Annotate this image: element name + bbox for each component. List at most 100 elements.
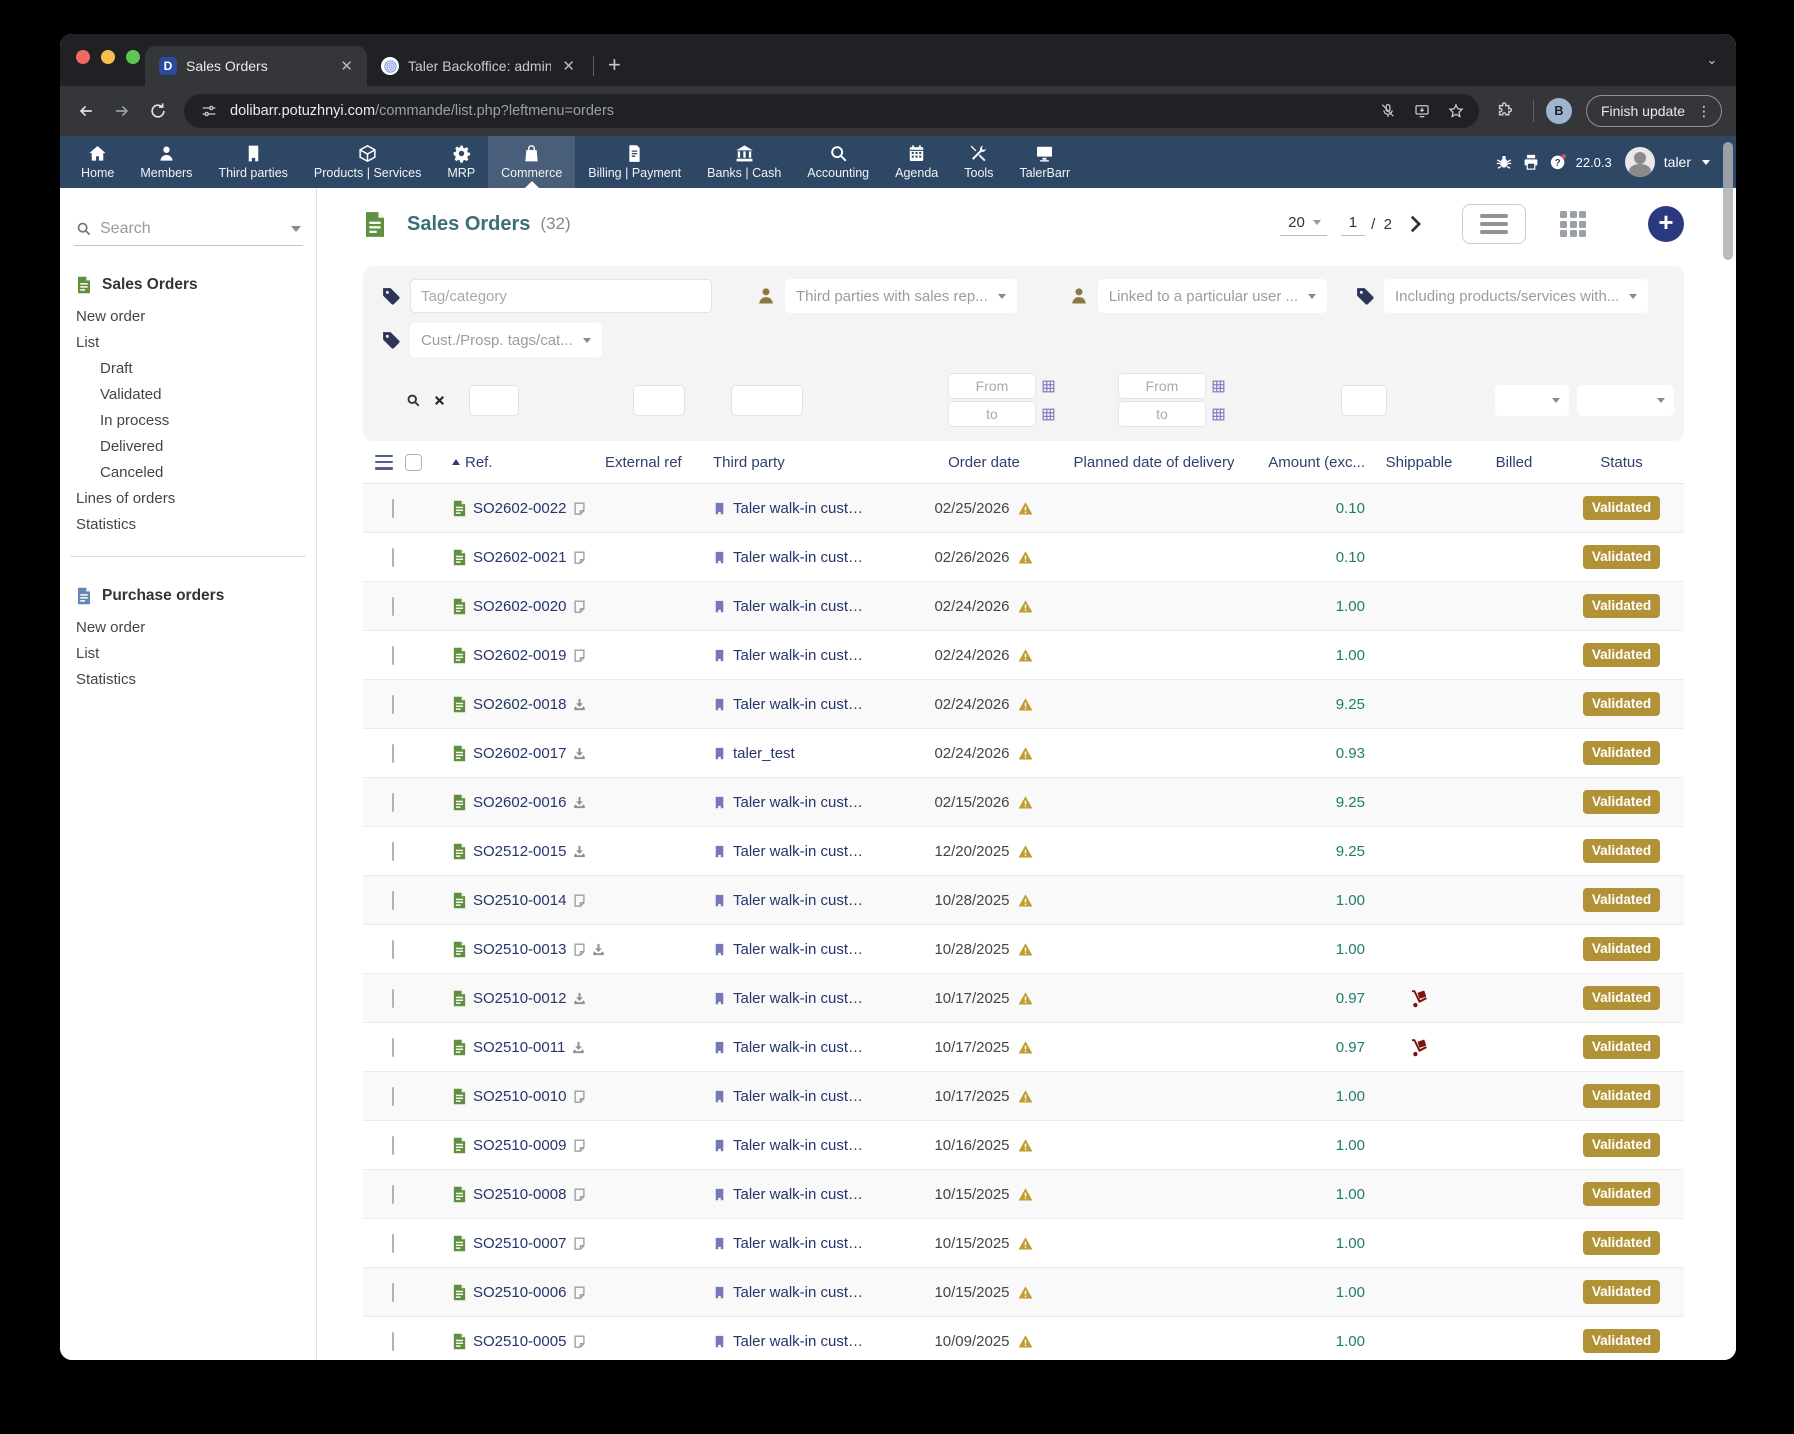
order-ref-link[interactable]: SO2602-0021: [473, 549, 566, 566]
next-page-button[interactable]: [1404, 213, 1426, 235]
print-icon[interactable]: [1522, 153, 1540, 171]
row-checkbox[interactable]: [392, 989, 394, 1008]
amount-value[interactable]: 1.00: [1336, 892, 1369, 909]
menubar-item-accounting[interactable]: Accounting: [794, 136, 882, 188]
third-party-link[interactable]: Taler walk-in cust…: [733, 598, 863, 615]
column-header-billed[interactable]: Billed: [1496, 454, 1533, 471]
billed-filter-select[interactable]: [1495, 385, 1569, 416]
debug-bar-icon[interactable]: [1495, 153, 1513, 171]
download-icon[interactable]: [572, 746, 587, 761]
browser-menu-icon[interactable]: ⋮: [1693, 103, 1715, 120]
note-icon[interactable]: [572, 1334, 587, 1349]
install-page-icon[interactable]: [1409, 98, 1435, 124]
note-icon[interactable]: [572, 648, 587, 663]
calendar-icon[interactable]: [1041, 407, 1056, 422]
order-ref-link[interactable]: SO2602-0018: [473, 696, 566, 713]
third-party-link[interactable]: Taler walk-in cust…: [733, 1333, 863, 1350]
kanban-view-button[interactable]: [1560, 211, 1586, 237]
third-party-link[interactable]: Taler walk-in cust…: [733, 892, 863, 909]
planned-date-to-input[interactable]: to: [1118, 401, 1206, 427]
sidebar-item-canceled[interactable]: Canceled: [60, 460, 316, 486]
note-icon[interactable]: [572, 1187, 587, 1202]
order-ref-link[interactable]: SO2510-0010: [473, 1088, 566, 1105]
create-order-button[interactable]: +: [1648, 206, 1684, 242]
amount-filter-input[interactable]: [1341, 385, 1387, 416]
third-party-link[interactable]: Taler walk-in cust…: [733, 1088, 863, 1105]
note-icon[interactable]: [572, 893, 587, 908]
sidebar-item-list[interactable]: List: [60, 641, 316, 667]
row-checkbox[interactable]: [392, 646, 394, 665]
address-bar[interactable]: dolibarr.potuzhnyi.com/commande/list.php…: [184, 94, 1479, 128]
search-caret-icon[interactable]: [291, 226, 301, 232]
menubar-item-billing-payment[interactable]: Billing | Payment: [575, 136, 694, 188]
order-date-from-input[interactable]: From: [948, 373, 1036, 399]
minimize-window-button[interactable]: [101, 50, 115, 64]
download-icon[interactable]: [572, 795, 587, 810]
download-icon[interactable]: [572, 991, 587, 1006]
sidebar-item-delivered[interactable]: Delivered: [60, 434, 316, 460]
third-party-link[interactable]: taler_test: [733, 745, 795, 762]
amount-value[interactable]: 0.10: [1336, 549, 1369, 566]
order-ref-link[interactable]: SO2602-0022: [473, 500, 566, 517]
select-all-checkbox[interactable]: [405, 454, 422, 471]
order-ref-link[interactable]: SO2510-0007: [473, 1235, 566, 1252]
bookmark-star-icon[interactable]: [1443, 98, 1469, 124]
page-scrollbar[interactable]: [1723, 142, 1733, 260]
row-checkbox[interactable]: [392, 1087, 394, 1106]
row-checkbox[interactable]: [392, 1332, 394, 1351]
column-header-planned-date[interactable]: Planned date of delivery: [1074, 454, 1235, 471]
note-icon[interactable]: [572, 1138, 587, 1153]
calendar-icon[interactable]: [1041, 379, 1056, 394]
linked-user-select[interactable]: Linked to a particular user ...: [1098, 279, 1327, 313]
row-checkbox[interactable]: [392, 548, 394, 567]
row-checkbox[interactable]: [392, 597, 394, 616]
column-header-third-party[interactable]: Third party: [705, 454, 929, 471]
sidebar-section-title[interactable]: Sales Orders: [60, 276, 316, 294]
amount-value[interactable]: 0.10: [1336, 500, 1369, 517]
order-ref-link[interactable]: SO2510-0008: [473, 1186, 566, 1203]
amount-value[interactable]: 1.00: [1336, 1284, 1369, 1301]
mic-blocked-icon[interactable]: [1375, 98, 1401, 124]
download-icon[interactable]: [591, 942, 606, 957]
row-checkbox[interactable]: [392, 1185, 394, 1204]
new-tab-button[interactable]: +: [598, 52, 631, 78]
note-icon[interactable]: [572, 550, 587, 565]
amount-value[interactable]: 1.00: [1336, 598, 1369, 615]
current-page-input[interactable]: 1: [1341, 212, 1365, 236]
including-products-select[interactable]: Including products/services with...: [1384, 279, 1648, 313]
row-checkbox[interactable]: [392, 499, 394, 518]
cust-prosp-select[interactable]: Cust./Prosp. tags/cat...: [410, 323, 602, 357]
third-party-link[interactable]: Taler walk-in cust…: [733, 941, 863, 958]
sidebar-item-validated[interactable]: Validated: [60, 382, 316, 408]
third-party-link[interactable]: Taler walk-in cust…: [733, 549, 863, 566]
order-ref-link[interactable]: SO2512-0015: [473, 843, 566, 860]
order-ref-link[interactable]: SO2602-0019: [473, 647, 566, 664]
third-party-link[interactable]: Taler walk-in cust…: [733, 647, 863, 664]
menubar-item-agenda[interactable]: Agenda: [882, 136, 951, 188]
row-checkbox[interactable]: [392, 1283, 394, 1302]
extensions-icon[interactable]: [1489, 95, 1521, 127]
browser-profile-avatar[interactable]: B: [1546, 98, 1572, 124]
third-party-link[interactable]: Taler walk-in cust…: [733, 990, 863, 1007]
third-party-link[interactable]: Taler walk-in cust…: [733, 696, 863, 713]
third-party-link[interactable]: Taler walk-in cust…: [733, 1235, 863, 1252]
site-settings-icon[interactable]: [196, 98, 222, 124]
menubar-item-mrp[interactable]: MRP: [434, 136, 488, 188]
list-view-button[interactable]: [1462, 204, 1526, 244]
row-checkbox[interactable]: [392, 1234, 394, 1253]
amount-value[interactable]: 9.25: [1336, 843, 1369, 860]
tab-taler-backoffice[interactable]: Taler Backoffice: admin: Orde ✕: [367, 46, 589, 86]
row-checkbox[interactable]: [392, 891, 394, 910]
sidebar-item-draft[interactable]: Draft: [60, 356, 316, 382]
menubar-item-commerce[interactable]: Commerce: [488, 136, 575, 188]
sidebar-item-statistics[interactable]: Statistics: [60, 512, 316, 538]
row-checkbox[interactable]: [392, 793, 394, 812]
column-header-amount[interactable]: Amount (exc...: [1268, 454, 1369, 471]
amount-value[interactable]: 1.00: [1336, 1186, 1369, 1203]
menubar-item-talerbarr[interactable]: TalerBarr: [1006, 136, 1083, 188]
third-party-sales-rep-select[interactable]: Third parties with sales rep...: [785, 279, 1017, 313]
row-checkbox[interactable]: [392, 940, 394, 959]
user-menu-caret-icon[interactable]: [1702, 160, 1710, 165]
order-ref-link[interactable]: SO2602-0017: [473, 745, 566, 762]
close-tab-icon[interactable]: ✕: [560, 57, 577, 75]
